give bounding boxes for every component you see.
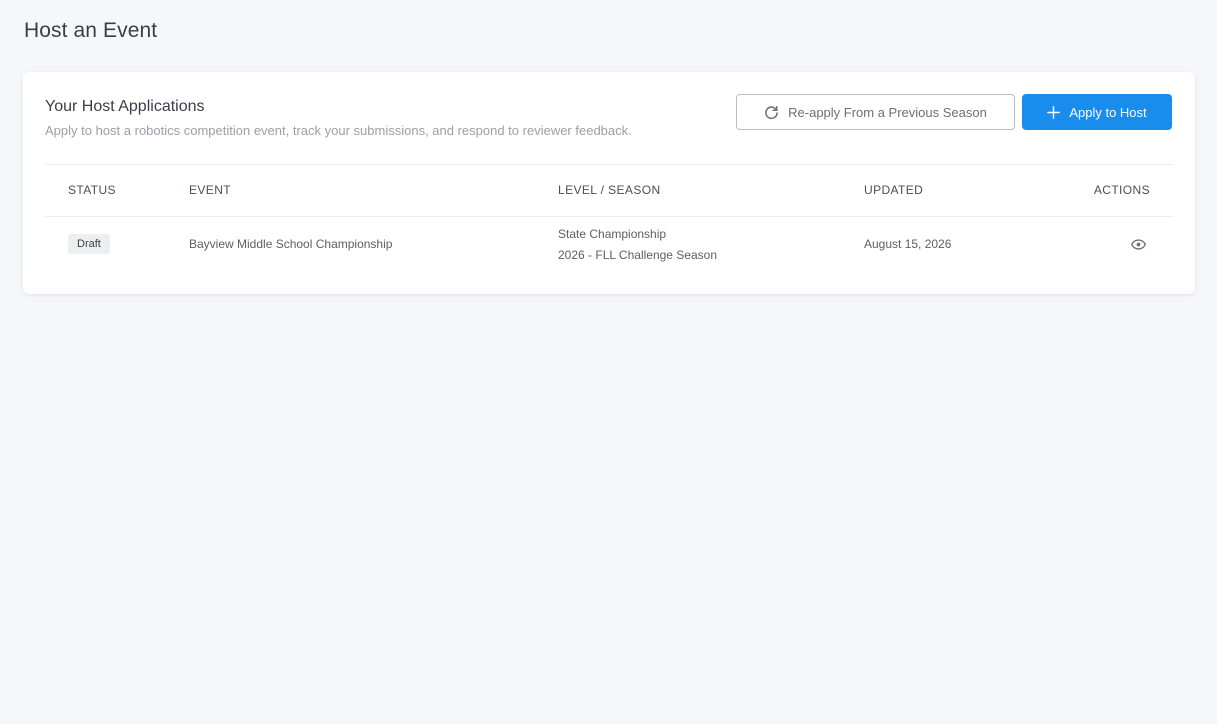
updated-date: August 15, 2026 — [864, 237, 952, 251]
header-event[interactable]: EVENT — [189, 183, 231, 197]
eye-icon — [1130, 237, 1146, 255]
view-button[interactable] — [1129, 237, 1147, 255]
card-header: Your Host Applications Apply to host a r… — [45, 72, 1173, 165]
header-updated[interactable]: UPDATED — [864, 183, 923, 197]
card-title: Your Host Applications — [45, 98, 205, 115]
reapply-button-label: Re-apply From a Previous Season — [788, 104, 987, 120]
host-applications-card: Your Host Applications Apply to host a r… — [23, 72, 1195, 294]
apply-to-host-label: Apply to Host — [1069, 104, 1147, 120]
apply-to-host-button[interactable]: Apply to Host — [1022, 94, 1172, 130]
plus-icon — [1047, 105, 1061, 119]
card-subtitle: Apply to host a robotics competition eve… — [45, 123, 632, 138]
header-actions: ACTIONS — [1093, 183, 1150, 197]
header-level-season[interactable]: LEVEL / SEASON — [558, 183, 661, 197]
table-row[interactable]: Draft Bayview Middle School Championship… — [45, 217, 1173, 293]
event-level: State Championship — [558, 227, 667, 241]
status-badge: Draft — [68, 234, 110, 254]
event-name: Bayview Middle School Championship — [189, 237, 393, 251]
reapply-button[interactable]: Re-apply From a Previous Season — [736, 94, 1015, 130]
applications-table: STATUS EVENT LEVEL / SEASON UPDATED ACTI… — [45, 164, 1173, 293]
refresh-icon — [764, 105, 779, 120]
page-title: Host an Event — [24, 19, 158, 42]
header-status[interactable]: STATUS — [68, 183, 116, 197]
table-header: STATUS EVENT LEVEL / SEASON UPDATED ACTI… — [45, 164, 1173, 217]
event-season: 2026 - FLL Challenge Season — [558, 248, 717, 262]
